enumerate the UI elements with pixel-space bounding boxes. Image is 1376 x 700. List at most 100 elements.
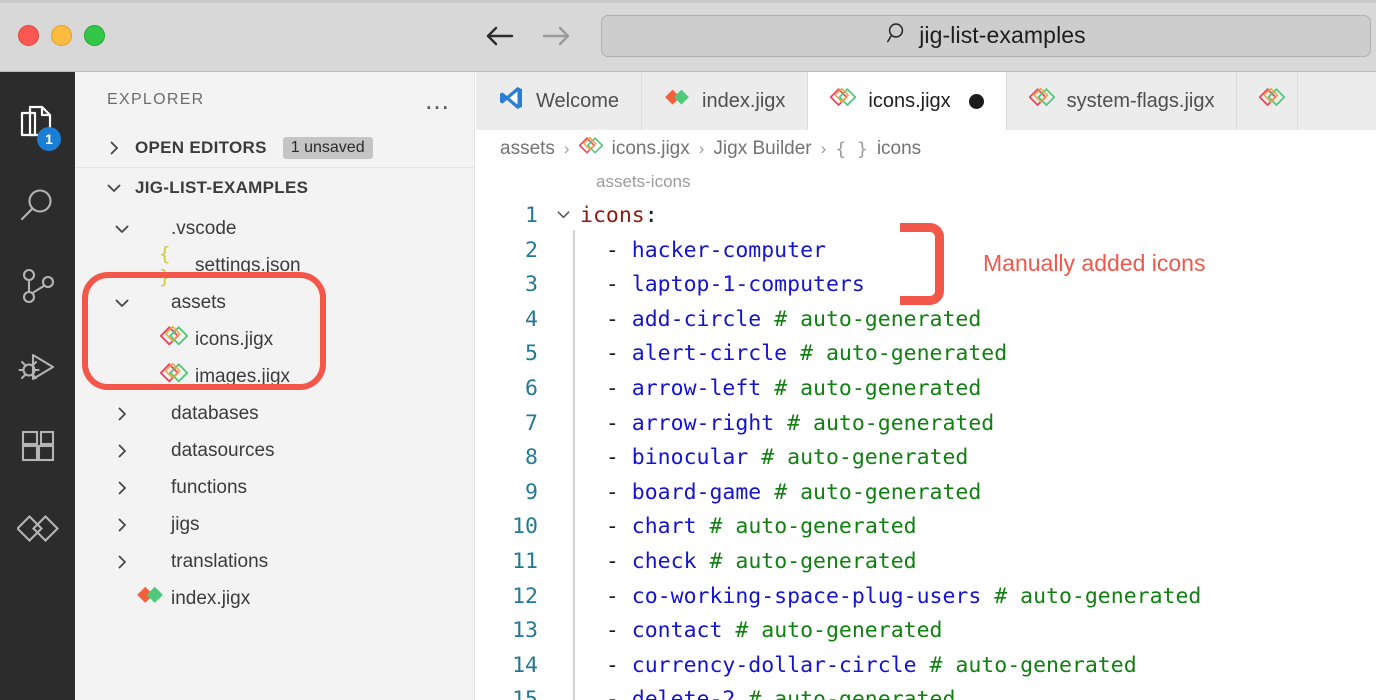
editor-area: Welcome index.jigx icons.jigx system-flags.… [476,72,1376,700]
activity-bar-item-search[interactable] [0,167,75,248]
code-line: 13 - contact # auto-generated [476,614,1376,649]
chevron-right-icon[interactable] [109,554,135,570]
line-number: 10 [512,514,538,540]
breadcrumb-separator: › [698,139,705,158]
editor-tab-system-flags-jigx[interactable]: system-flags.jigx [1006,72,1238,130]
activity-bar-item-explorer[interactable]: 1 [0,86,75,167]
traffic-light-controls[interactable] [18,25,105,46]
yaml-comment: # auto-generated [994,583,1202,609]
back-arrow-icon[interactable] [485,23,515,49]
yaml-comment: # auto-generated [761,445,969,471]
code-line: 12 - co-working-space-plug-users # auto-… [476,580,1376,615]
tree-item--vscode[interactable]: .vscode [75,210,474,247]
unsaved-indicator-dot[interactable] [968,93,984,109]
section-open-editors[interactable]: OPEN EDITORS 1 unsaved [75,128,474,168]
jigx-outline-icon [1028,87,1056,114]
search-icon [18,185,58,230]
close-window-button[interactable] [18,25,39,46]
explorer-panel: EXPLORER … OPEN EDITORS 1 unsaved JIG-LI… [75,72,475,700]
yaml-list-dash: - [605,341,619,367]
yaml-colon: : [644,203,658,228]
yaml-list-dash: - [605,375,619,401]
editor-tab-label: index.jigx [702,89,786,112]
tree-item-settings-json[interactable]: { } settings.json [75,243,474,288]
chevron-right-icon[interactable] [109,517,135,533]
zoom-window-button[interactable] [84,25,105,46]
manually-added-icons-label: Manually added icons [983,250,1206,276]
tree-item-databases[interactable]: databases [75,395,474,432]
chevron-right-icon[interactable] [101,140,127,156]
jigx-outline-icon [1259,87,1286,114]
breadcrumb-item[interactable]: assets [500,138,555,160]
more-actions-icon[interactable]: … [424,87,452,113]
yaml-value: add-circle [631,306,762,332]
breadcrumb-item[interactable]: icons.jigx [612,138,690,160]
tree-item-icons-jigx[interactable]: icons.jigx [75,321,474,358]
tree-item-functions[interactable]: functions [75,469,474,506]
tree-item-assets[interactable]: assets [75,284,474,321]
activity-bar: 1 [0,72,75,700]
activity-bar-item-run-and-debug[interactable] [0,329,75,410]
chevron-right-icon[interactable] [109,406,135,422]
line-number: 11 [512,548,538,574]
breadcrumb-item[interactable]: icons [877,138,921,160]
code-line: 15 - delete-2 # auto-generated [476,683,1376,700]
tree-item-label: images.jigx [195,365,291,387]
editor-tab-label: Welcome [536,89,619,112]
forward-arrow-icon[interactable] [541,23,571,49]
minimize-window-button[interactable] [51,25,72,46]
run-and-debug-icon [17,347,59,392]
line-number: 14 [512,652,538,678]
window-title-bar: jig-list-examples [0,0,1376,72]
code-line-text: - alert-circle # auto-generated [578,337,1007,372]
tree-item-label: assets [171,291,226,313]
line-number: 12 [512,583,538,609]
code-line: 10 - chart # auto-generated [476,510,1376,545]
vscode-window: jig-list-examples 1 EXPLORER … OPEN EDIT… [0,0,1376,700]
section-workspace-root[interactable]: JIG-LIST-EXAMPLES [75,168,474,208]
chevron-down-icon[interactable] [109,221,135,237]
chevron-down-icon[interactable] [101,180,127,196]
manually-added-icons-bracket [900,223,944,305]
editor-tab-overflow[interactable] [1237,72,1299,130]
code-line: 14 - currency-dollar-circle # auto-gener… [476,649,1376,684]
source-control-icon [18,266,58,311]
tree-item-jigs[interactable]: jigs [75,506,474,543]
tree-item-datasources[interactable]: datasources [75,432,474,469]
tree-item-translations[interactable]: translations [75,543,474,580]
editor-tab-icons-jigx[interactable]: icons.jigx [808,72,1007,130]
activity-bar-item-extensions[interactable] [0,410,75,491]
activity-bar-item-source-control[interactable] [0,248,75,329]
code-line-text: - delete-2 # auto-generated [578,683,956,700]
window-search-field[interactable]: jig-list-examples [601,14,1371,57]
code-line: 5 - alert-circle # auto-generated [476,337,1376,372]
yaml-comment: # auto-generated [735,618,943,644]
chevron-right-icon[interactable] [109,480,135,496]
breadcrumb-item[interactable]: Jigx Builder [713,138,811,160]
activity-bar-item-jigx[interactable] [0,491,75,572]
indent-guide [573,230,575,700]
yaml-value: co-working-space-plug-users [631,583,982,609]
code-line-text: - co-working-space-plug-users # auto-gen… [578,580,1201,615]
tree-item-label: .vscode [171,217,237,239]
yaml-comment: # auto-generated [787,410,995,436]
editor-tab-index-jigx[interactable]: index.jigx [642,72,809,130]
explorer-badge-count: 1 [37,127,61,151]
chevron-down-icon[interactable] [109,295,135,311]
editor-tab-welcome[interactable]: Welcome [476,72,642,130]
extensions-icon [18,428,58,473]
file-tree: .vscode { } settings.json assets icons.jigx i… [75,208,474,617]
navigation-arrows [485,23,571,49]
tree-item-images-jigx[interactable]: images.jigx [75,358,474,395]
tree-item-label: functions [171,476,248,498]
tree-item-index-jigx[interactable]: index.jigx [75,580,474,617]
yaml-list-dash: - [605,548,619,574]
line-number: 9 [525,479,538,505]
chevron-right-icon[interactable] [109,443,135,459]
tree-item-label: icons.jigx [195,328,274,350]
